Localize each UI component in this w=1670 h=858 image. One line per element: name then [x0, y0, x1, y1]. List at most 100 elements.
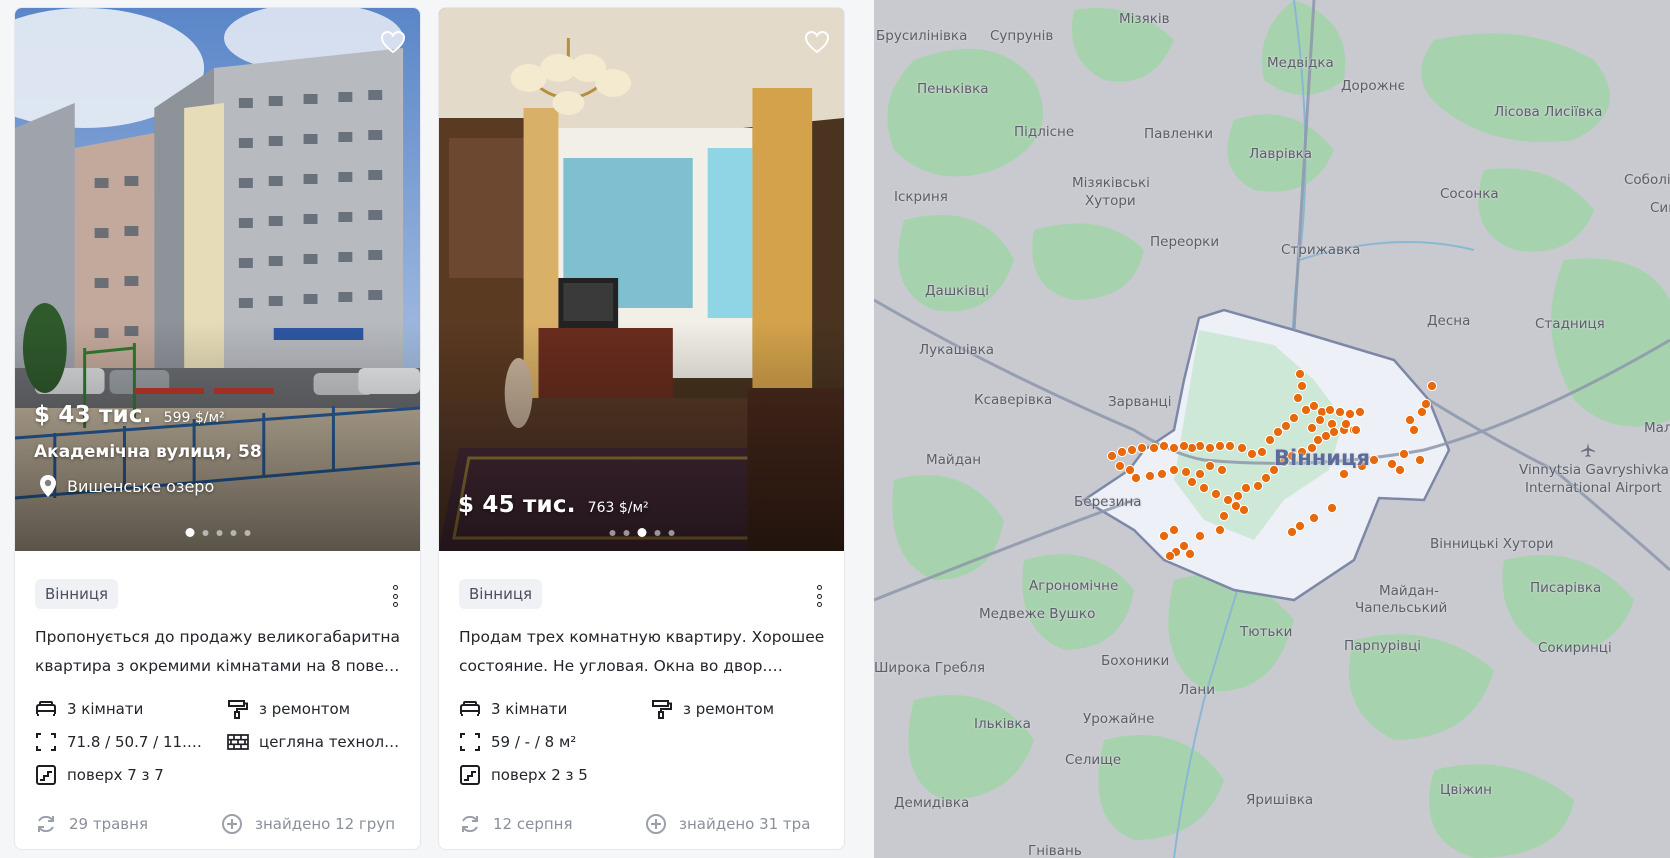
listing-marker[interactable]: [1264, 434, 1276, 446]
listing-marker[interactable]: [1334, 406, 1346, 418]
city-badge[interactable]: Вінниця: [35, 579, 119, 609]
listing-marker[interactable]: [1158, 530, 1170, 542]
listing-marker[interactable]: [1294, 368, 1306, 380]
listing-marker[interactable]: [1178, 440, 1190, 452]
listing-marker[interactable]: [1148, 442, 1160, 454]
listing-marker[interactable]: [1286, 526, 1298, 538]
listing-marker[interactable]: [1324, 404, 1336, 416]
listing-marker[interactable]: [1210, 488, 1222, 500]
listing-description[interactable]: Пропонується до продажу великогабаритна …: [35, 623, 405, 681]
listing-marker[interactable]: [1198, 482, 1210, 494]
photo-dot[interactable]: [654, 529, 660, 536]
more-menu-button[interactable]: [814, 585, 824, 607]
photo-dot[interactable]: [609, 529, 615, 536]
listing-marker[interactable]: [1398, 448, 1410, 460]
listing-marker[interactable]: [1386, 458, 1398, 470]
listing-marker[interactable]: [1404, 414, 1416, 426]
listing-marker[interactable]: [1314, 414, 1326, 426]
listing-marker[interactable]: [1288, 412, 1300, 424]
favorite-button[interactable]: [380, 30, 406, 54]
listing-marker[interactable]: [1214, 524, 1226, 536]
listing-marker[interactable]: [1126, 444, 1138, 456]
listing-marker[interactable]: [1338, 468, 1350, 480]
photo-dot[interactable]: [230, 529, 236, 536]
listing-marker[interactable]: [1222, 494, 1234, 506]
listing-marker[interactable]: [1252, 480, 1264, 492]
listing-marker[interactable]: [1306, 422, 1318, 434]
listing-marker[interactable]: [1106, 450, 1118, 462]
listing-marker[interactable]: [1308, 400, 1320, 412]
listing-marker[interactable]: [1340, 418, 1352, 430]
photo-dot[interactable]: [668, 529, 674, 536]
listing-marker[interactable]: [1296, 380, 1308, 392]
listing-marker[interactable]: [1280, 420, 1292, 432]
listing-marker[interactable]: [1168, 524, 1180, 536]
listing-marker[interactable]: [1168, 442, 1180, 454]
listing-marker[interactable]: [1232, 490, 1244, 502]
listing-marker[interactable]: [1114, 460, 1126, 472]
found-info[interactable]: знайдено 12 груп: [221, 813, 401, 835]
more-menu-button[interactable]: [390, 585, 400, 607]
listing-marker[interactable]: [1158, 440, 1170, 452]
listing-marker[interactable]: [1124, 464, 1136, 476]
listing-card[interactable]: $ 43 тис. 599 $/м² Академічна вулиця, 58…: [14, 7, 421, 850]
listing-photo[interactable]: $ 45 тис. 763 $/м²: [439, 8, 844, 551]
photo-dot[interactable]: [244, 529, 250, 536]
listing-marker[interactable]: [1164, 550, 1176, 562]
listing-marker[interactable]: [1236, 442, 1248, 454]
listing-marker[interactable]: [1328, 426, 1340, 438]
listing-marker[interactable]: [1144, 470, 1156, 482]
photo-pagination[interactable]: [609, 528, 674, 537]
listing-marker[interactable]: [1292, 392, 1304, 404]
listing-marker[interactable]: [1350, 424, 1362, 436]
listing-marker[interactable]: [1394, 464, 1406, 476]
listing-marker[interactable]: [1184, 548, 1196, 560]
photo-pagination[interactable]: [185, 528, 250, 537]
listing-marker[interactable]: [1180, 466, 1192, 478]
listing-marker[interactable]: [1326, 502, 1338, 514]
listing-marker[interactable]: [1294, 520, 1306, 532]
favorite-button[interactable]: [804, 30, 830, 54]
listing-marker[interactable]: [1130, 472, 1142, 484]
listing-marker[interactable]: [1204, 460, 1216, 472]
map-view[interactable]: Брусилінівка Супрунів Мізяків Медвідка Д…: [874, 0, 1670, 858]
listing-marker[interactable]: [1218, 510, 1230, 522]
map-place-label: Агрономічне: [1029, 578, 1119, 594]
listing-marker[interactable]: [1260, 472, 1272, 484]
listing-marker[interactable]: [1414, 454, 1426, 466]
found-info[interactable]: знайдено 31 тра: [645, 813, 825, 835]
listing-marker[interactable]: [1194, 530, 1206, 542]
listing-marker[interactable]: [1204, 442, 1216, 454]
listing-marker[interactable]: [1156, 468, 1168, 480]
listing-marker[interactable]: [1216, 464, 1228, 476]
city-badge[interactable]: Вінниця: [459, 579, 543, 609]
listing-marker[interactable]: [1224, 440, 1236, 452]
listing-marker[interactable]: [1136, 442, 1148, 454]
listing-marker[interactable]: [1408, 424, 1420, 436]
photo-dot[interactable]: [202, 529, 208, 536]
listing-marker[interactable]: [1240, 482, 1252, 494]
listing-marker[interactable]: [1168, 464, 1180, 476]
photo-dot[interactable]: [637, 528, 646, 537]
listing-marker[interactable]: [1368, 454, 1380, 466]
photo-dot[interactable]: [216, 529, 222, 536]
listing-marker[interactable]: [1354, 406, 1366, 418]
listing-marker[interactable]: [1420, 398, 1432, 410]
listing-marker[interactable]: [1256, 446, 1268, 458]
listing-marker[interactable]: [1426, 380, 1438, 392]
listing-marker[interactable]: [1272, 426, 1284, 438]
listing-marker[interactable]: [1238, 504, 1250, 516]
photo-dot[interactable]: [185, 528, 194, 537]
listing-description[interactable]: Продам трех комнатную квартиру. Хорошее …: [459, 623, 829, 681]
listing-marker[interactable]: [1194, 468, 1206, 480]
listing-card[interactable]: $ 45 тис. 763 $/м² Вінниця Продам трех к…: [438, 7, 845, 850]
listing-marker[interactable]: [1186, 476, 1198, 488]
listing-photo[interactable]: $ 43 тис. 599 $/м² Академічна вулиця, 58…: [15, 8, 420, 551]
listing-marker[interactable]: [1308, 512, 1320, 524]
listing-marker[interactable]: [1116, 446, 1128, 458]
listing-marker[interactable]: [1214, 440, 1226, 452]
listing-marker[interactable]: [1344, 408, 1356, 420]
photo-dot[interactable]: [623, 529, 629, 536]
listing-marker[interactable]: [1246, 448, 1258, 460]
listing-marker[interactable]: [1178, 540, 1190, 552]
